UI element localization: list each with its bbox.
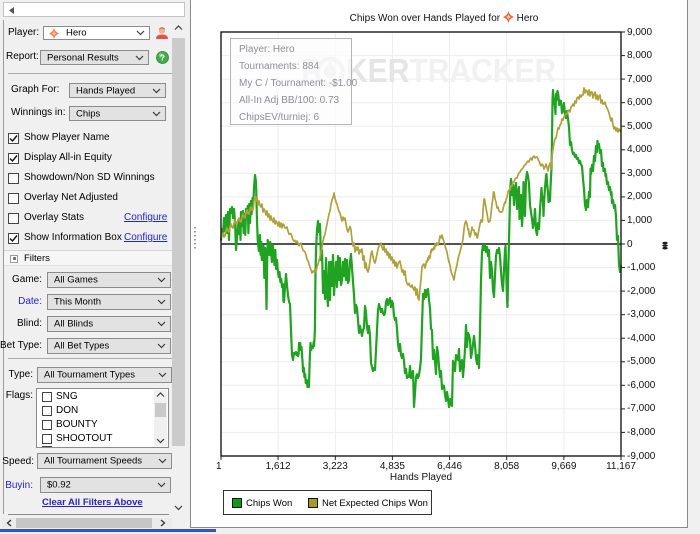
svg-text:?: ?: [160, 53, 165, 63]
